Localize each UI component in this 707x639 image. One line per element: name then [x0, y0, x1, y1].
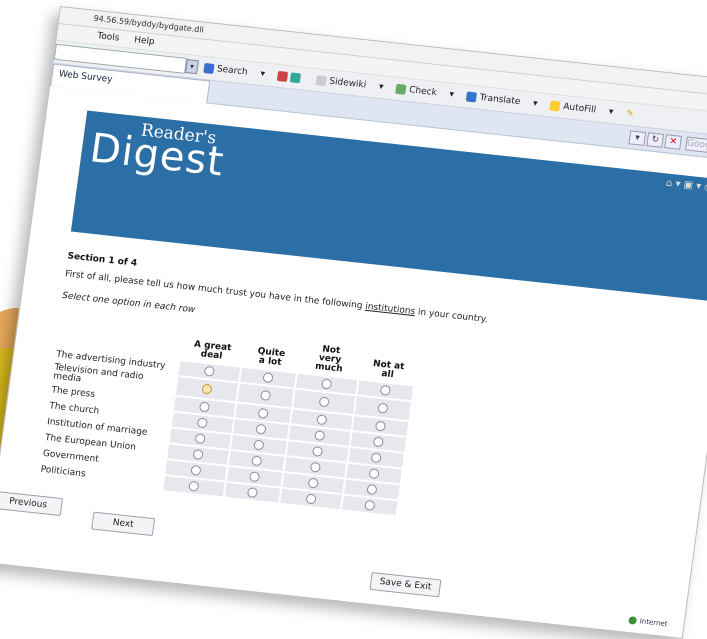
radio-button[interactable]: [377, 402, 389, 414]
chevron-down-icon[interactable]: ▾: [185, 59, 199, 75]
previous-button[interactable]: Previous: [0, 490, 64, 517]
readers-digest-logo: Reader's Digest: [87, 120, 227, 186]
radio-button[interactable]: [201, 383, 213, 395]
radio-button[interactable]: [311, 445, 324, 457]
next-button[interactable]: Next: [91, 511, 156, 537]
col-header: A great deal: [193, 339, 232, 362]
radio-button[interactable]: [321, 378, 333, 390]
trust-table: A great deal Quite a lot Not very much N…: [37, 313, 419, 518]
radio-button[interactable]: [309, 461, 322, 473]
sidewiki-button[interactable]: Sidewiki ▾: [315, 74, 384, 92]
toolbar-icon-group[interactable]: [277, 70, 304, 84]
feed-icon[interactable]: ▣ ▾: [683, 179, 702, 192]
radio-button[interactable]: [190, 464, 202, 476]
search-engine-input[interactable]: Google: [685, 136, 707, 155]
radio-button[interactable]: [370, 452, 382, 464]
radio-button[interactable]: [316, 413, 328, 425]
radio-button[interactable]: [192, 448, 204, 460]
page-tools: ⌂ ▾ ▣ ▾ ⎙: [665, 178, 707, 194]
radio-button[interactable]: [248, 471, 261, 483]
radio-button[interactable]: [198, 401, 211, 413]
radio-button[interactable]: [307, 477, 319, 489]
check-icon: [395, 83, 407, 95]
print-icon[interactable]: ⎙: [704, 182, 707, 194]
radio-button[interactable]: [262, 371, 274, 383]
status-bar: Internet: [628, 616, 668, 628]
radio-button[interactable]: [194, 432, 206, 444]
home-icon[interactable]: ⌂ ▾: [665, 178, 681, 190]
radio-button[interactable]: [188, 480, 200, 492]
col-header: Not very much: [314, 344, 344, 375]
radio-button[interactable]: [314, 429, 326, 441]
radio-button[interactable]: [305, 493, 317, 505]
radio-button[interactable]: [253, 439, 265, 451]
close-icon[interactable]: ✕: [664, 134, 683, 150]
autofill-button[interactable]: AutoFill ▾: [549, 100, 614, 117]
save-exit-button[interactable]: Save & Exit: [369, 571, 442, 598]
autofill-icon: [549, 100, 562, 112]
institutions-link[interactable]: institutions: [365, 302, 416, 317]
radio-button[interactable]: [379, 384, 391, 396]
refresh-icon[interactable]: ↻: [646, 132, 665, 148]
radio-button[interactable]: [251, 455, 263, 467]
internet-zone-icon: [628, 616, 638, 625]
radio-button[interactable]: [246, 486, 259, 498]
search-button[interactable]: Search ▾: [203, 62, 266, 79]
radio-button[interactable]: [318, 396, 330, 408]
check-button[interactable]: Check ▾: [395, 83, 455, 100]
dropdown-icon[interactable]: ▾: [628, 130, 647, 146]
radio-button[interactable]: [257, 407, 269, 419]
browser-window: 94.56.59/byddy/bydgate.dll Tools Help ▾ …: [0, 6, 707, 639]
menu-item-help[interactable]: Help: [133, 35, 155, 47]
radio-button[interactable]: [259, 389, 272, 401]
bookmark-icon: [277, 70, 289, 82]
radio-button[interactable]: [368, 467, 380, 479]
radio-button[interactable]: [374, 420, 387, 432]
translate-icon: [466, 91, 478, 102]
page-content: Reader's Digest ⌂ ▾ ▣ ▾ ⎙ Section 1 of 4…: [0, 86, 707, 598]
radio-button[interactable]: [255, 423, 267, 435]
radio-button[interactable]: [203, 365, 216, 377]
menu-item-tools[interactable]: Tools: [97, 31, 120, 43]
col-header: Quite a lot: [256, 346, 286, 368]
col-header: Not at all: [372, 358, 405, 381]
google-icon: [203, 62, 215, 74]
pencil-icon[interactable]: ✎: [625, 109, 634, 120]
sidewiki-icon: [315, 74, 328, 86]
radio-button[interactable]: [372, 436, 385, 448]
translate-button[interactable]: Translate ▾: [466, 91, 538, 109]
radio-button[interactable]: [196, 417, 209, 429]
radio-button[interactable]: [364, 499, 376, 511]
radio-button[interactable]: [366, 483, 378, 495]
share-icon: [290, 71, 302, 83]
